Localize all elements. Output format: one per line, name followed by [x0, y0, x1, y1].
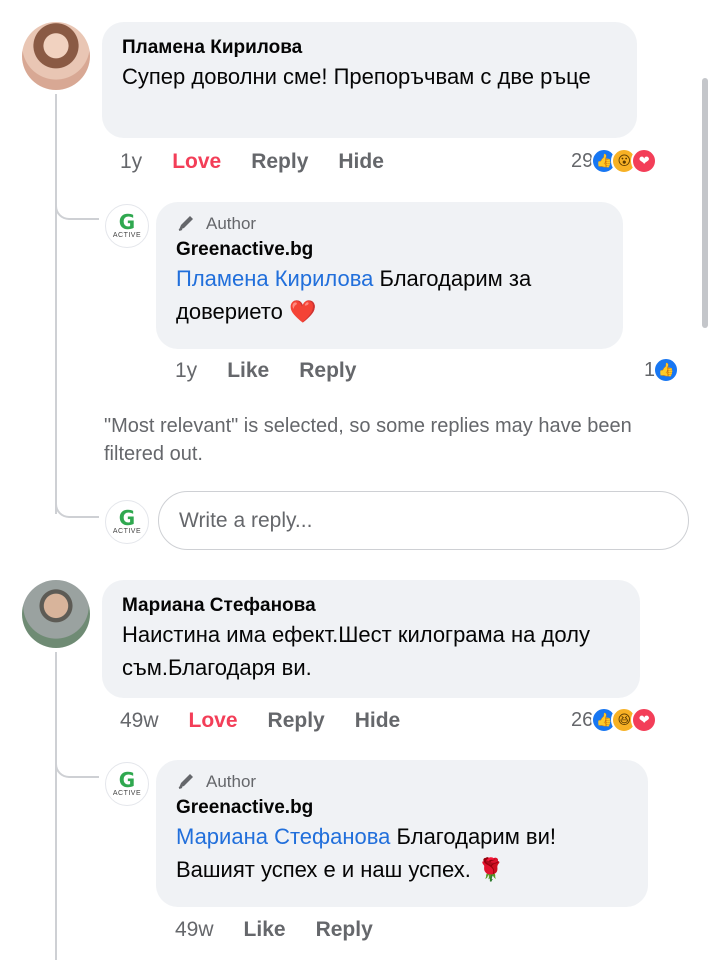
brand-avatar[interactable]: G ACTIVE [105, 204, 149, 248]
write-reply-input[interactable] [158, 491, 689, 550]
brand-logo-text: ACTIVE [112, 528, 142, 535]
love-reaction-button[interactable]: Love [189, 709, 238, 733]
reaction-count: 26 [571, 708, 594, 731]
brand-avatar: G ACTIVE [105, 500, 149, 544]
comment-text: Наистина има ефект.Шест килограма на дол… [122, 622, 590, 680]
like-icon: 👍 [653, 357, 680, 383]
pen-icon [176, 773, 198, 791]
reply-actions: 49w Like Reply [175, 918, 403, 942]
avatar[interactable] [22, 580, 90, 648]
reaction-summary[interactable]: 26 👍 😆 ❤ [571, 707, 658, 733]
comment-bubble: Пламена Кирилова Супер доволни сме! Преп… [102, 22, 637, 138]
mention-link[interactable]: Пламена Кирилова [176, 266, 373, 291]
love-icon: ❤ [631, 148, 658, 174]
hide-button[interactable]: Hide [338, 150, 384, 174]
reply-text: Мариана Стефанова Благодарим ви! Вашият … [176, 820, 628, 886]
thread-connector [55, 738, 99, 778]
filter-notice: "Most relevant" is selected, so some rep… [104, 415, 632, 465]
reply-button[interactable]: Reply [316, 918, 373, 942]
author-badge-label: Author [206, 214, 257, 233]
reply-button[interactable]: Reply [299, 359, 356, 383]
scrollbar[interactable] [702, 78, 708, 328]
comment-actions: 1y Love Reply Hide [120, 150, 414, 174]
brand-logo-letter: G [118, 768, 136, 792]
brand-avatar[interactable]: G ACTIVE [105, 762, 149, 806]
reply-bubble: Author Greenactive.bg Мариана Стефанова … [156, 760, 648, 907]
reply-text: Пламена Кирилова Благодарим за доверието… [176, 262, 603, 328]
comment-text: Супер доволни сме! Препоръчвам с две ръц… [122, 64, 591, 89]
mention-link[interactable]: Мариана Стефанова [176, 824, 390, 849]
thread-line [55, 94, 57, 514]
brand-logo-letter: G [118, 210, 136, 234]
avatar[interactable] [22, 22, 90, 90]
comment-actions: 49w Love Reply Hide [120, 709, 430, 733]
reply-author[interactable]: Greenactive.bg [176, 796, 628, 820]
like-button[interactable]: Like [244, 918, 286, 942]
hide-button[interactable]: Hide [355, 709, 401, 733]
comment-time[interactable]: 1y [120, 150, 142, 174]
brand-logo-text: ACTIVE [112, 790, 142, 797]
love-reaction-button[interactable]: Love [172, 150, 221, 174]
pen-icon [176, 215, 198, 233]
thread-connector [55, 180, 99, 220]
like-button[interactable]: Like [227, 359, 269, 383]
thread-line [55, 652, 57, 960]
comment-author[interactable]: Пламена Кирилова [122, 36, 617, 60]
author-badge: Author [176, 772, 628, 792]
reply-bubble: Author Greenactive.bg Пламена Кирилова Б… [156, 202, 623, 349]
reply-button[interactable]: Reply [268, 709, 325, 733]
reply-actions: 1y Like Reply [175, 359, 386, 383]
reply-button[interactable]: Reply [251, 150, 308, 174]
reply-time[interactable]: 1y [175, 359, 197, 383]
thread-connector [55, 478, 99, 518]
comment-bubble: Мариана Стефанова Наистина има ефект.Шес… [102, 580, 640, 698]
author-badge: Author [176, 214, 603, 234]
comment-author[interactable]: Мариана Стефанова [122, 594, 620, 618]
reaction-summary[interactable]: 29 👍 😮 ❤ [571, 148, 658, 174]
love-icon: ❤ [631, 707, 658, 733]
reply-author[interactable]: Greenactive.bg [176, 238, 603, 262]
author-badge-label: Author [206, 772, 257, 791]
reaction-summary[interactable]: 1 👍 [644, 357, 680, 383]
reaction-count: 29 [571, 149, 594, 172]
comment-time[interactable]: 49w [120, 709, 159, 733]
brand-logo-text: ACTIVE [112, 232, 142, 239]
reply-time[interactable]: 49w [175, 918, 214, 942]
brand-logo-letter: G [118, 506, 136, 530]
